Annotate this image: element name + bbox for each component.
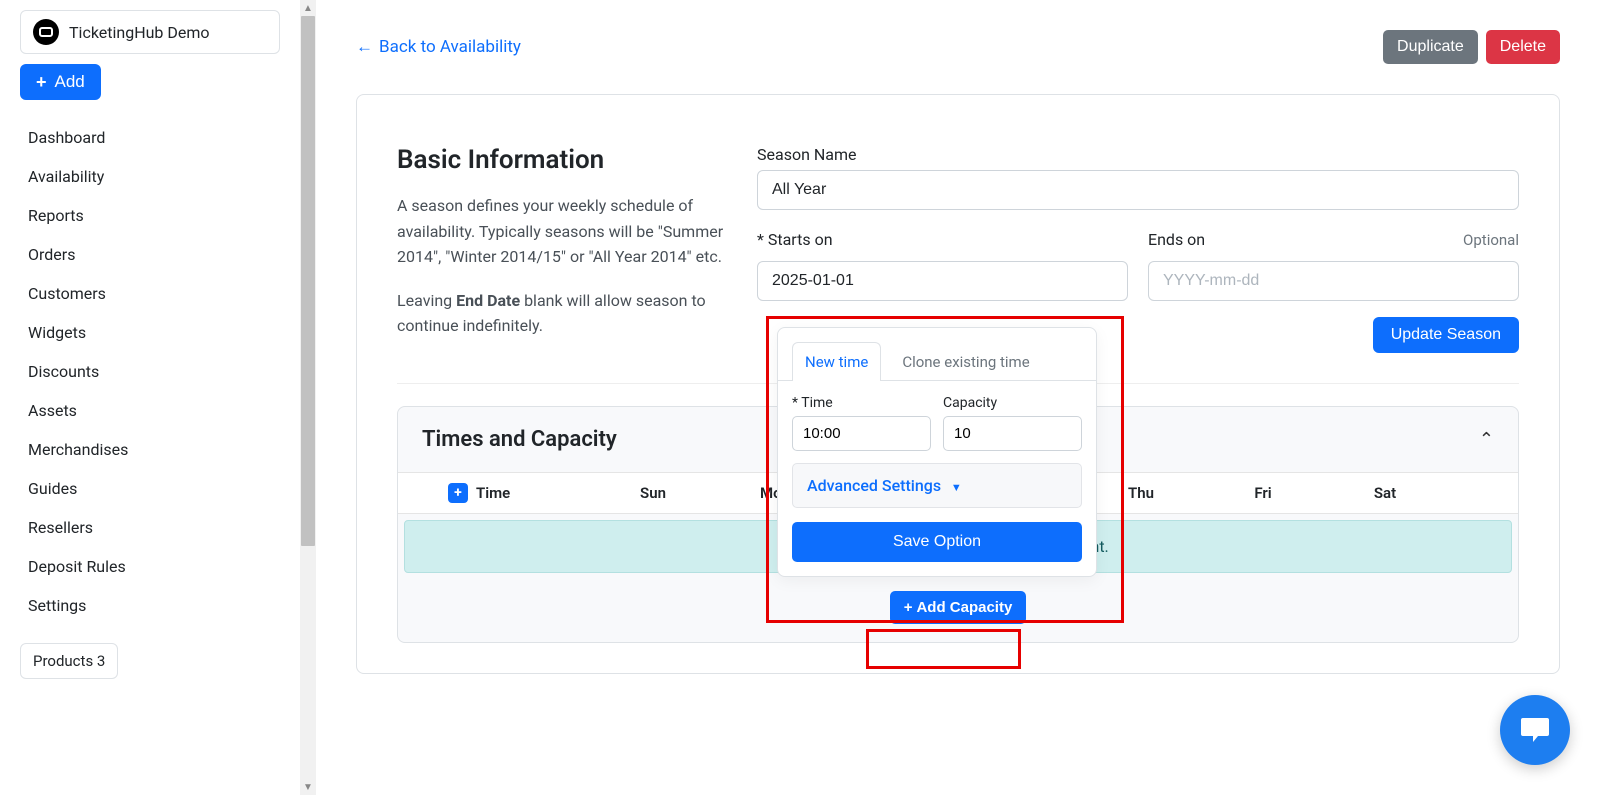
advanced-settings-label: Advanced Settings	[807, 476, 941, 495]
plus-icon: +	[36, 73, 47, 91]
advanced-settings-box[interactable]: Advanced Settings ▼	[792, 463, 1082, 508]
season-name-input[interactable]	[757, 170, 1519, 210]
season-card: Basic Information A season defines your …	[356, 94, 1560, 674]
save-option-button[interactable]: Save Option	[792, 522, 1082, 562]
scroll-thumb[interactable]	[301, 16, 315, 546]
add-capacity-button[interactable]: + Add Capacity	[890, 591, 1027, 624]
nav-discounts[interactable]: Discounts	[20, 352, 280, 391]
nav-list: Dashboard Availability Reports Orders Cu…	[20, 118, 280, 625]
th-time-label: Time	[476, 484, 510, 502]
back-link[interactable]: ← Back to Availability	[356, 37, 521, 57]
plus-icon: +	[904, 599, 913, 616]
scroll-down-icon[interactable]: ▼	[300, 779, 316, 795]
add-button-label: Add	[55, 72, 85, 92]
nav-dashboard[interactable]: Dashboard	[20, 118, 280, 157]
nav-reports[interactable]: Reports	[20, 196, 280, 235]
th-time-col: + Time	[448, 483, 592, 503]
capacity-input[interactable]	[943, 416, 1082, 451]
back-link-label: Back to Availability	[379, 37, 521, 57]
popover-body: * Time Capacity Advanced Settings ▼	[778, 381, 1096, 508]
chat-icon	[1519, 715, 1551, 745]
starts-col: * Starts on	[757, 230, 1128, 301]
date-row: * Starts on Ends on Optional	[757, 230, 1519, 301]
nav-orders[interactable]: Orders	[20, 235, 280, 274]
arrow-left-icon: ←	[356, 37, 373, 57]
nav-availability[interactable]: Availability	[20, 157, 280, 196]
brand-name: TicketingHub Demo	[69, 23, 210, 42]
add-button[interactable]: + Add	[20, 64, 101, 100]
duplicate-button[interactable]: Duplicate	[1383, 30, 1478, 64]
chevron-up-icon: ⌃	[1479, 429, 1494, 450]
optional-label: Optional	[1463, 231, 1519, 249]
scroll-up-icon[interactable]: ▲	[300, 0, 316, 16]
caret-down-icon: ▼	[951, 481, 962, 494]
basic-info-title: Basic Information	[397, 145, 737, 175]
ends-col: Ends on Optional	[1148, 230, 1519, 301]
new-time-popover: New time Clone existing time * Time Capa…	[777, 327, 1097, 577]
times-capacity-panel: Times and Capacity ⌃ + Time Sun Mon Tue …	[397, 406, 1519, 643]
time-label: * Time	[792, 395, 931, 411]
th-thu: Thu	[1080, 484, 1202, 502]
nav-resellers[interactable]: Resellers	[20, 508, 280, 547]
brand-logo-icon	[33, 19, 59, 45]
chat-button[interactable]	[1500, 695, 1570, 765]
basic-info-right: Season Name * Starts on Ends on Optional	[757, 145, 1519, 353]
times-capacity-title: Times and Capacity	[422, 427, 617, 452]
brand-selector[interactable]: TicketingHub Demo	[20, 10, 280, 54]
nav-assets[interactable]: Assets	[20, 391, 280, 430]
main-content: ← Back to Availability Duplicate Delete …	[316, 0, 1600, 795]
sidebar-scrollbar[interactable]: ▲ ▼	[300, 0, 316, 795]
add-capacity-label: Add Capacity	[916, 599, 1012, 616]
basic-info-left: Basic Information A season defines your …	[397, 145, 737, 353]
ends-input[interactable]	[1148, 261, 1519, 301]
ends-label: Ends on	[1148, 230, 1205, 249]
nav-widgets[interactable]: Widgets	[20, 313, 280, 352]
add-capacity-row: + Add Capacity	[398, 579, 1518, 642]
sidebar: TicketingHub Demo + Add Dashboard Availa…	[0, 0, 300, 795]
nav-deposit-rules[interactable]: Deposit Rules	[20, 547, 280, 586]
nav-merchandises[interactable]: Merchandises	[20, 430, 280, 469]
add-row-icon[interactable]: +	[448, 483, 468, 503]
starts-label: * Starts on	[757, 230, 833, 249]
basic-info-desc: A season defines your weekly schedule of…	[397, 193, 737, 270]
season-name-label: Season Name	[757, 145, 1519, 164]
th-sun: Sun	[592, 484, 714, 502]
th-sat: Sat	[1324, 484, 1446, 502]
note-bold: End Date	[456, 291, 520, 310]
tab-new-time[interactable]: New time	[792, 342, 881, 381]
products-selector[interactable]: Products 3	[20, 643, 118, 679]
nav-guides[interactable]: Guides	[20, 469, 280, 508]
note-prefix: Leaving	[397, 291, 456, 310]
nav-settings[interactable]: Settings	[20, 586, 280, 625]
tab-clone-time[interactable]: Clone existing time	[889, 342, 1042, 381]
th-fri: Fri	[1202, 484, 1324, 502]
popover-tabs: New time Clone existing time	[778, 342, 1096, 381]
capacity-label: Capacity	[943, 395, 1082, 411]
nav-customers[interactable]: Customers	[20, 274, 280, 313]
starts-input[interactable]	[757, 261, 1128, 301]
top-actions: Duplicate Delete	[1383, 30, 1560, 64]
basic-info-note: Leaving End Date blank will allow season…	[397, 288, 737, 339]
delete-button[interactable]: Delete	[1486, 30, 1560, 64]
update-season-button[interactable]: Update Season	[1373, 317, 1519, 353]
time-input[interactable]	[792, 416, 931, 451]
page-top-row: ← Back to Availability Duplicate Delete	[356, 30, 1560, 64]
